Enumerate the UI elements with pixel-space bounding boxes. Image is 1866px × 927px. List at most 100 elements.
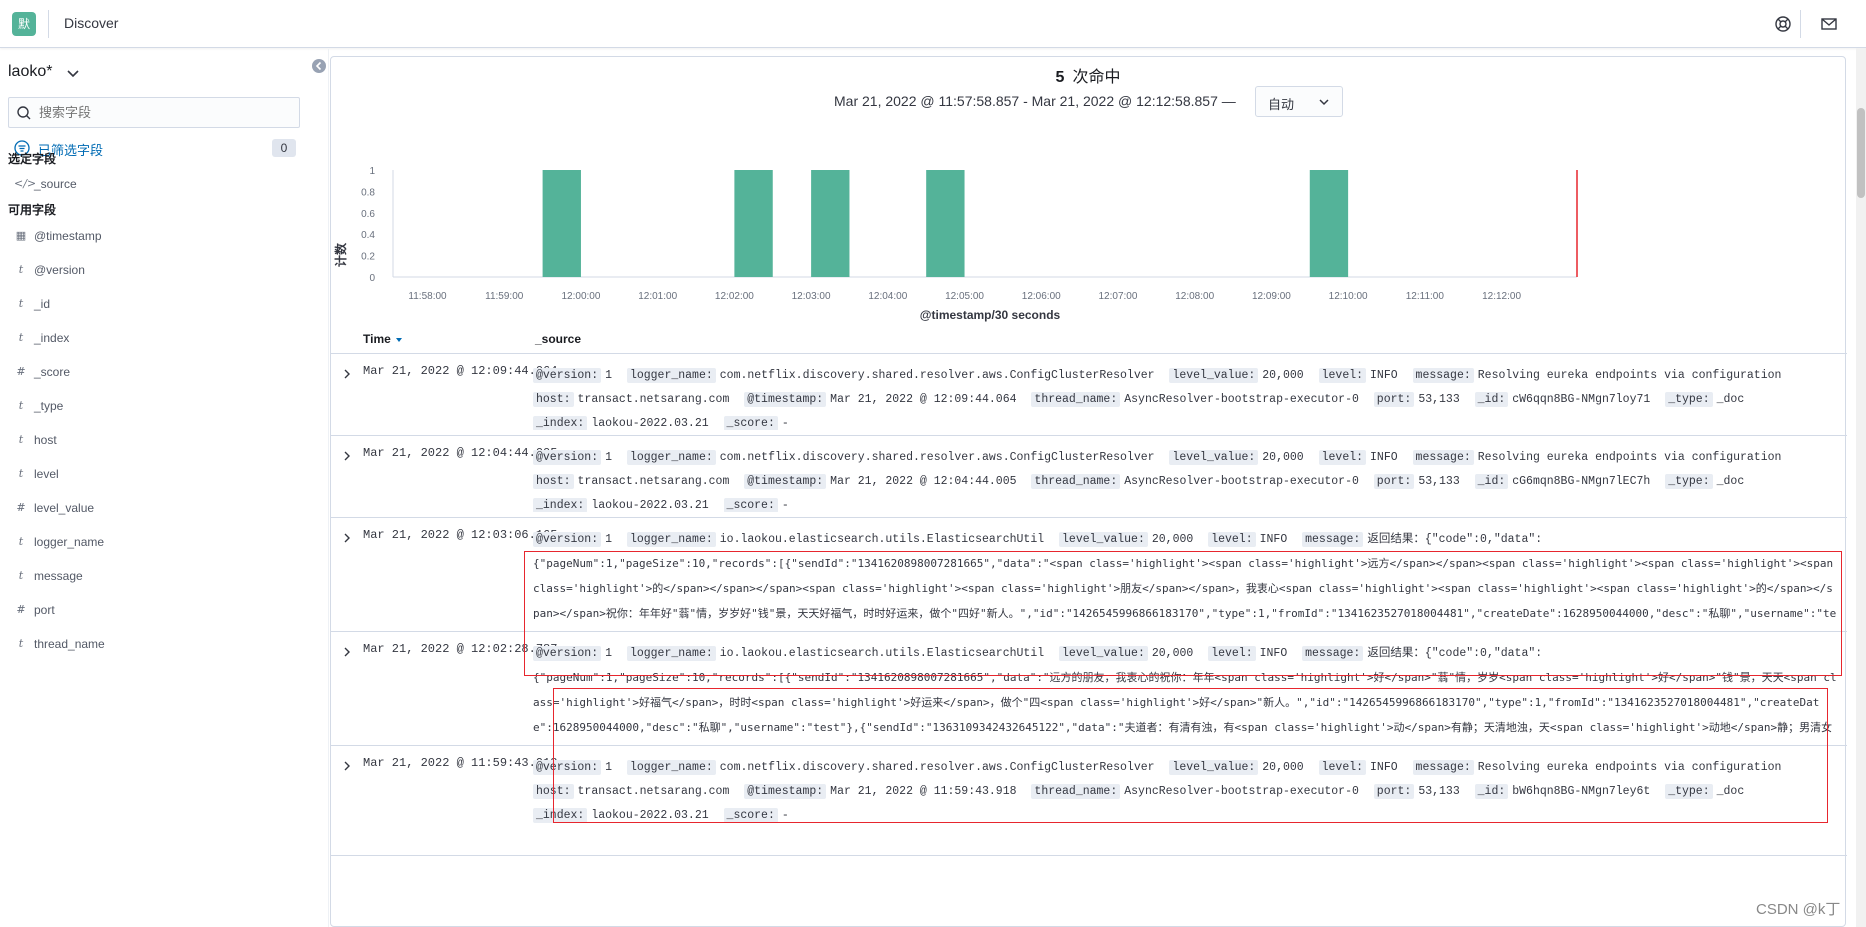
- source-field-value: INFO: [1370, 369, 1398, 382]
- source-field-key: _type:: [1665, 784, 1713, 799]
- x-tick-label: 12:02:00: [715, 291, 754, 302]
- page-scrollbar[interactable]: [1856, 48, 1866, 927]
- doc-row[interactable]: Mar 21, 2022 @ 12:04:44.005 @version: 1 lo…: [331, 436, 1847, 518]
- source-field-value: 20,000: [1151, 533, 1194, 546]
- field-item-loggername[interactable]: t logger_name: [14, 533, 314, 553]
- source-field: level: INFO: [1208, 532, 1295, 547]
- interval-select[interactable]: 自动: [1255, 86, 1343, 117]
- source-field: host: transact.netsarang.com: [533, 392, 737, 407]
- source-field-key: logger_name:: [626, 646, 716, 661]
- source-field-key: @version:: [533, 450, 602, 465]
- doc-row[interactable]: Mar 21, 2022 @ 12:03:06.165 @version: 1 lo…: [331, 518, 1847, 632]
- text-type-icon: t: [18, 399, 24, 412]
- field-search-input[interactable]: [39, 104, 289, 122]
- field-item-host[interactable]: t host: [14, 431, 314, 451]
- field-item-score[interactable]: # _score: [14, 363, 314, 383]
- doc-row[interactable]: Mar 21, 2022 @ 12:09:44.064 @version: 1 lo…: [331, 354, 1847, 436]
- doc-row[interactable]: Mar 21, 2022 @ 12:02:28.787 @version: 1 lo…: [331, 632, 1847, 746]
- app-logo[interactable]: 默: [12, 12, 36, 36]
- source-field-value: 1: [605, 761, 613, 774]
- source-field-value: INFO: [1370, 761, 1398, 774]
- source-field-value: 20,000: [1262, 451, 1304, 464]
- scrollbar-thumb[interactable]: [1857, 108, 1865, 198]
- field-item-level[interactable]: t level: [14, 465, 314, 485]
- field-name: logger_name: [34, 535, 105, 549]
- y-tick-label: 0.6: [361, 209, 375, 220]
- y-tick-label: 0: [369, 273, 375, 284]
- field-search-box[interactable]: [8, 97, 300, 128]
- row-source: @version: 1 logger_name: io.laokou.elastic…: [533, 528, 1837, 626]
- field-item-id[interactable]: t _id: [14, 295, 314, 315]
- field-item-message[interactable]: t message: [14, 567, 314, 587]
- source-field-key: @version:: [533, 646, 602, 661]
- field-item-version[interactable]: t @version: [14, 261, 314, 281]
- histogram-bar[interactable]: [542, 170, 581, 277]
- field-item-index[interactable]: t _index: [14, 329, 314, 349]
- source-field: @version: 1: [533, 646, 620, 661]
- field-item-threadname[interactable]: t thread_name: [14, 635, 314, 655]
- source-field: message: 返回结果：{"code":0,"data":: [1302, 532, 1550, 547]
- expand-row-icon[interactable]: [341, 760, 353, 772]
- histogram-bar[interactable]: [1309, 170, 1349, 277]
- expand-row-icon[interactable]: [341, 532, 353, 544]
- x-tick-label: 12:07:00: [1099, 291, 1138, 302]
- sidebar-divider: [328, 49, 329, 927]
- filtered-fields-toggle[interactable]: 已筛选字段 0: [14, 139, 298, 159]
- source-field-key: port:: [1373, 784, 1415, 799]
- time-column-header[interactable]: Time: [363, 332, 391, 346]
- expand-row-icon[interactable]: [341, 368, 353, 380]
- source-field-key: level:: [1208, 646, 1256, 661]
- y-axis-ticks: 0 0.2 0.4 0.6 0.8 1: [361, 166, 375, 284]
- source-field-value: INFO: [1259, 533, 1288, 546]
- histogram-bar[interactable]: [811, 170, 850, 277]
- message-json-text: {"pageNum":1,"pageSize":10,"records":[{"…: [533, 557, 1837, 620]
- field-name: _type: [34, 399, 64, 413]
- source-field-value: com.netflix.discovery.shared.resolver.aw…: [719, 369, 1155, 382]
- source-field-key: level_value:: [1169, 368, 1259, 383]
- source-field-key: _index:: [533, 416, 588, 430]
- help-icon[interactable]: [1772, 13, 1794, 35]
- source-field-key: _score:: [723, 498, 778, 512]
- expand-row-icon[interactable]: [341, 646, 353, 658]
- row-timestamp: Mar 21, 2022 @ 12:03:06.165: [363, 528, 558, 542]
- index-pattern-selector[interactable]: laoko*: [8, 63, 52, 81]
- field-name: _id: [34, 297, 51, 311]
- x-tick-label: 11:58:00: [408, 291, 447, 302]
- source-field-value: 1: [605, 369, 613, 382]
- row-source: @version: 1 logger_name: io.laokou.elastic…: [533, 642, 1837, 740]
- source-field: _score: -: [723, 416, 797, 430]
- histogram-bar[interactable]: [734, 170, 773, 277]
- source-field: host: transact.netsarang.com: [533, 784, 737, 799]
- source-field-value: 返回结果：{"code":0,"data":: [1367, 647, 1543, 660]
- sort-down-icon[interactable]: [395, 336, 403, 344]
- source-field: _id: cG6mqn8BG-NMgn7lEC7h: [1474, 474, 1659, 489]
- source-field-value: 53,133: [1418, 785, 1460, 798]
- source-field-key: _id:: [1474, 474, 1509, 489]
- field-sidebar: laoko* 已筛选字段 0 选定字段 </>_source 可用字段 ▦ @ti…: [0, 49, 328, 927]
- field-name: @timestamp: [34, 229, 102, 243]
- field-item-levelvalue[interactable]: # level_value: [14, 499, 314, 519]
- source-field-key: message:: [1412, 760, 1474, 775]
- expand-row-icon[interactable]: [341, 450, 353, 462]
- number-icon: #: [16, 365, 26, 378]
- doc-row[interactable]: Mar 21, 2022 @ 11:59:43.918 @version: 1 lo…: [331, 746, 1847, 856]
- field-item-port[interactable]: # port: [14, 601, 314, 621]
- hits-label: 次命中: [1072, 69, 1121, 86]
- histogram-bar[interactable]: [926, 170, 965, 277]
- row-timestamp: Mar 21, 2022 @ 11:59:43.918: [363, 756, 558, 770]
- row-timestamp: Mar 21, 2022 @ 12:04:44.005: [363, 446, 558, 460]
- source-field-key: @version:: [533, 368, 602, 383]
- field-item-timestamp[interactable]: ▦ @timestamp: [14, 227, 314, 247]
- source-field: @timestamp: Mar 21, 2022 @ 12:09:44.064: [744, 392, 1024, 407]
- source-field: logger_name: io.laokou.elasticsearch.util…: [626, 532, 1052, 547]
- field-item-source[interactable]: </> _source: [14, 175, 314, 195]
- x-tick-label: 12:00:00: [561, 291, 600, 302]
- collapse-sidebar-icon[interactable]: [312, 59, 326, 73]
- field-item-type[interactable]: t _type: [14, 397, 314, 417]
- source-field-key: message:: [1302, 532, 1364, 547]
- chevron-down-icon[interactable]: [66, 67, 80, 81]
- mail-icon[interactable]: [1818, 13, 1840, 35]
- source-field-value: AsyncResolver-bootstrap-executor-0: [1124, 393, 1359, 406]
- source-field: _type: _doc: [1665, 392, 1752, 407]
- field-name: message: [34, 569, 83, 583]
